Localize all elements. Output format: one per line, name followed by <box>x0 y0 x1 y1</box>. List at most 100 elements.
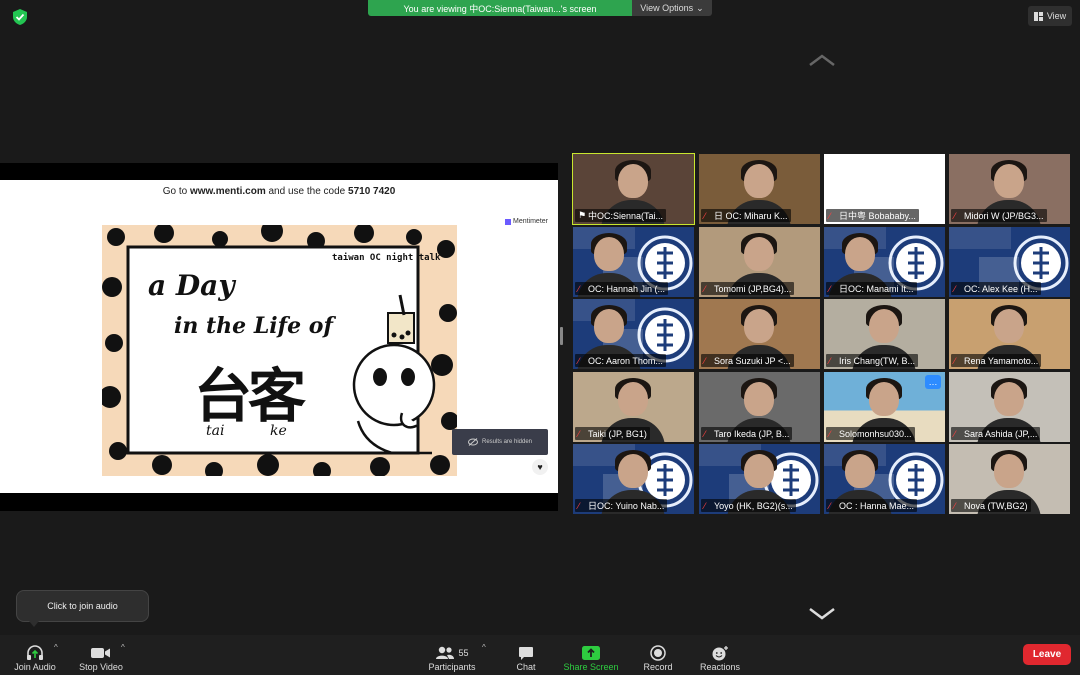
participant-tile[interactable]: ⁄ OC: Alex Kee (H... <box>949 227 1070 297</box>
participant-name-bar: ⁄ 日中粤 Bobababy... <box>826 209 919 222</box>
person-head <box>618 454 648 488</box>
participant-tile[interactable]: ⁄ Yoyo (HK, BG2)(s... <box>699 444 820 514</box>
smiley-add-icon <box>711 644 729 662</box>
instruction-code: 5710 7420 <box>348 186 396 197</box>
participant-tile[interactable]: ⁄ OC: Hannah Jin (... <box>573 227 694 297</box>
poster-roman-right: ke <box>270 423 287 439</box>
participant-name-bar: ⁄ Sora Suzuki JP <... <box>701 354 794 367</box>
participant-tile[interactable]: ⁄ Nova (TW,BG2) <box>949 444 1070 514</box>
person-head <box>994 164 1024 198</box>
record-label: Record <box>643 662 673 672</box>
participant-tile[interactable]: ⁄ Taiki (JP, BG1) <box>573 372 694 442</box>
participant-name: Sora Suzuki JP <... <box>714 355 791 366</box>
heart-reaction-button[interactable]: ♥ <box>532 459 548 475</box>
chevron-down-icon[interactable] <box>808 606 836 620</box>
person-head <box>744 382 774 416</box>
person-head <box>869 309 899 343</box>
person-head <box>744 454 774 488</box>
participant-gallery: ⚑ 中OC:Sienna(Tai... ⁄ 日 OC: Miharu K... ⁄ 日中粤… <box>572 153 1070 514</box>
participant-name-bar: ⁄ OC : Hanna Mae... <box>826 499 918 512</box>
muted-mic-icon: ⁄ <box>954 428 956 439</box>
shield-icon[interactable] <box>11 8 29 26</box>
participant-tile[interactable]: ⁄ 日中粤 Bobababy... <box>824 154 945 224</box>
viewing-banner: You are viewing 中OC:Sienna(Taiwan...'s s… <box>368 0 712 16</box>
participant-name-bar: ⁄ Iris Chang(TW, B... <box>826 354 919 367</box>
participant-tile[interactable]: ⁄ Rena Yamamoto... <box>949 299 1070 369</box>
participants-button[interactable]: 55 Participants <box>425 638 479 672</box>
participant-tile[interactable]: … ⁄ Solomonhsu030... <box>824 372 945 442</box>
record-icon <box>650 644 666 662</box>
view-options-button[interactable]: View Options ⌄ <box>632 0 712 16</box>
video-camera-icon <box>91 644 111 662</box>
muted-mic-icon: ⁄ <box>829 355 831 366</box>
muted-mic-icon: ⁄ <box>704 283 706 294</box>
participant-name: Taiki (JP, BG1) <box>588 428 647 439</box>
headphones-icon <box>26 644 44 662</box>
muted-mic-icon: ⁄ <box>954 283 956 294</box>
video-options-caret-icon[interactable]: ^ <box>121 643 125 652</box>
stop-video-button[interactable]: Stop Video <box>77 638 125 672</box>
participant-name-bar: ⁄ OC: Aaron Thom... <box>575 354 666 367</box>
participant-name: 中OC:Sienna(Tai... <box>588 211 664 221</box>
participant-name-bar: ⁄ Sara Ashida (JP,... <box>951 427 1041 440</box>
results-label: Results are hidden <box>481 439 533 445</box>
person-head <box>845 237 875 271</box>
participants-icon <box>436 646 455 659</box>
person-head <box>594 237 624 271</box>
poster-tag: taiwan OC night talk <box>332 253 441 263</box>
join-audio-button[interactable]: Join Audio <box>12 638 58 672</box>
view-button[interactable]: View <box>1028 6 1072 26</box>
meeting-toolbar: Join Audio ^ Stop Video ^ 55 Participant… <box>0 635 1080 675</box>
record-button[interactable]: Record <box>640 638 676 672</box>
participant-name-bar: ⁄ Solomonhsu030... <box>826 427 915 440</box>
instruction-url: www.menti.com <box>189 186 266 197</box>
participant-name-bar: ⁄ Rena Yamamoto... <box>951 354 1042 367</box>
person-head <box>994 454 1024 488</box>
participant-name: Sara Ashida (JP,... <box>964 428 1038 439</box>
person-head <box>744 237 774 271</box>
person-head <box>744 309 774 343</box>
participant-name-bar: ⁄ OC: Hannah Jin (... <box>575 282 669 295</box>
participant-tile[interactable]: ⁄ Tomomi (JP,BG4)... <box>699 227 820 297</box>
participants-icon-group: 55 <box>435 644 469 662</box>
participant-tile[interactable]: ⁄ OC: Aaron Thom... <box>573 299 694 369</box>
participant-name: Solomonhsu030... <box>839 428 912 439</box>
participant-name: 日中粤 Bobababy... <box>839 211 916 221</box>
poster-chars: 台客 <box>194 362 306 430</box>
participant-tile[interactable]: ⁄ Sora Suzuki JP <... <box>699 299 820 369</box>
chevron-up-icon[interactable] <box>808 53 836 67</box>
split-view-handle[interactable] <box>560 327 563 345</box>
results-hidden-button[interactable]: Results are hidden <box>452 429 548 455</box>
view-label: View <box>1046 11 1067 21</box>
share-screen-icon <box>582 644 600 662</box>
chat-button[interactable]: Chat <box>510 638 542 672</box>
participant-tile[interactable]: ⁄ OC : Hanna Mae... <box>824 444 945 514</box>
audio-options-caret-icon[interactable]: ^ <box>54 643 58 652</box>
poster-line-2: in the Life of <box>174 313 333 339</box>
leave-button[interactable]: Leave <box>1023 644 1071 665</box>
participant-tile[interactable]: ⚑ 中OC:Sienna(Tai... <box>572 153 695 225</box>
participant-tile[interactable]: ⁄ Taro Ikeda (JP, B... <box>699 372 820 442</box>
participant-tile[interactable]: ⁄ Midori W (JP/BG3... <box>949 154 1070 224</box>
eye-off-icon <box>467 438 478 446</box>
participant-name: OC: Alex Kee (H... <box>964 283 1038 294</box>
participants-options-caret-icon[interactable]: ^ <box>482 643 486 652</box>
share-screen-button[interactable]: Share Screen <box>561 638 621 672</box>
participant-name: OC: Hannah Jin (... <box>588 283 666 294</box>
participant-tile[interactable]: ⁄ Sara Ashida (JP,... <box>949 372 1070 442</box>
participant-name: Yoyo (HK, BG2)(s... <box>714 500 793 511</box>
share-screen-label: Share Screen <box>563 662 619 672</box>
reactions-button[interactable]: Reactions <box>697 638 743 672</box>
participant-tile[interactable]: ⁄ 日OC: Yuino Nab... <box>573 444 694 514</box>
participant-name-bar: ⁄ Midori W (JP/BG3... <box>951 209 1047 222</box>
join-audio-label: Join Audio <box>14 662 56 672</box>
participant-tile[interactable]: ⁄ 日OC: Manami It... <box>824 227 945 297</box>
person-head <box>994 382 1024 416</box>
participant-name: 日 OC: Miharu K... <box>714 211 788 221</box>
poster-line-1: a Day <box>148 269 235 302</box>
muted-mic-icon: ⁄ <box>578 428 580 439</box>
participant-tile[interactable]: ⁄ 日 OC: Miharu K... <box>699 154 820 224</box>
more-options-icon[interactable]: … <box>925 375 941 389</box>
participant-tile[interactable]: ⁄ Iris Chang(TW, B... <box>824 299 945 369</box>
person-head <box>869 382 899 416</box>
